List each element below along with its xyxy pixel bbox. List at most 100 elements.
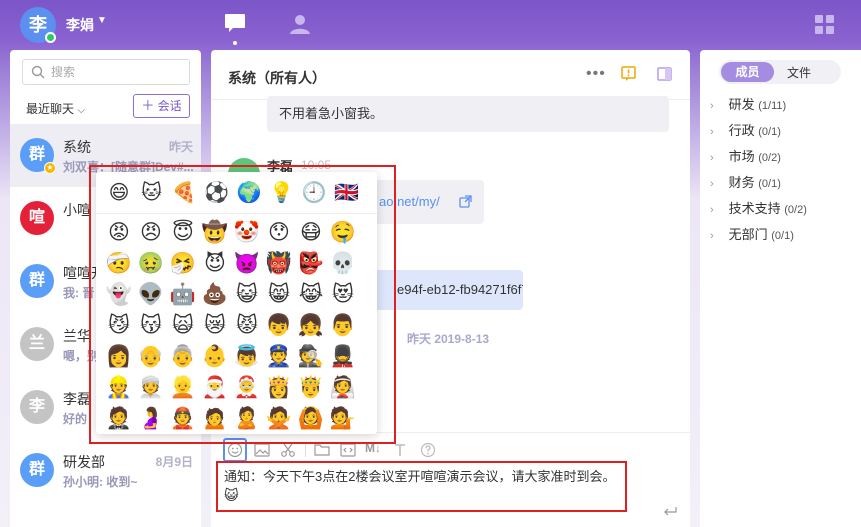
emoji-item[interactable]: 😇 (168, 217, 198, 247)
tab-files[interactable]: 文件 (787, 64, 811, 81)
emoji-item[interactable]: 😠 (136, 217, 166, 247)
code-icon[interactable] (340, 442, 356, 458)
emoji-item[interactable]: 🙅 (264, 403, 294, 433)
emoji-item[interactable]: 😡 (104, 217, 134, 247)
emoji-item[interactable]: 👩 (104, 341, 134, 371)
chat-bubble-icon[interactable] (224, 13, 246, 33)
emoji-item[interactable]: 😼 (104, 310, 134, 340)
emoji-category-tab[interactable]: 🐱 (139, 180, 165, 206)
emoji-item[interactable]: 🤢 (136, 248, 166, 278)
emoji-item[interactable]: 👷 (104, 372, 134, 402)
chevron-down-icon[interactable]: ▼ (97, 15, 107, 26)
emoji-item[interactable]: 👱 (168, 372, 198, 402)
emoji-item[interactable]: 👧 (296, 310, 326, 340)
chevron-right-icon: › (710, 178, 714, 190)
emoji-item[interactable]: 👲 (168, 403, 198, 433)
emoji-item[interactable]: 😷 (296, 217, 326, 247)
emoji-category-tab[interactable]: 🇬🇧 (334, 180, 360, 206)
emoji-item[interactable]: 🤴 (296, 372, 326, 402)
emoji-item[interactable]: 🤕 (104, 248, 134, 278)
scissors-icon[interactable] (280, 442, 296, 458)
emoji-item[interactable]: 👰 (328, 372, 358, 402)
user-name[interactable]: 李娟 (66, 15, 94, 35)
conversation-item[interactable]: 群 研发部 8月9日 孙小明: 收到~ (10, 439, 201, 502)
emoji-item[interactable]: 😿 (200, 310, 230, 340)
emoji-item[interactable]: 😺 (232, 279, 262, 309)
emoji-item[interactable]: 😽 (136, 310, 166, 340)
tab-members[interactable]: 成员 (721, 62, 774, 82)
emoji-category-tab[interactable]: 🌍 (236, 180, 262, 206)
emoji-item[interactable]: 🤵 (104, 403, 134, 433)
emoji-item[interactable]: 👺 (296, 248, 326, 278)
emoji-item[interactable]: 😈 (200, 248, 230, 278)
emoji-item[interactable]: 👽 (136, 279, 166, 309)
sidebar-toggle-icon[interactable] (657, 67, 672, 81)
chevron-right-icon: › (710, 100, 714, 112)
emoji-item[interactable]: 😻 (328, 279, 358, 309)
emoji-item[interactable]: 🤤 (328, 217, 358, 247)
emoji-item[interactable]: 👳 (136, 372, 166, 402)
emoji-item[interactable]: 🤰 (136, 403, 166, 433)
department-item[interactable]: › 财务 (0/1) (710, 170, 860, 196)
recent-chats-dropdown[interactable]: 最近聊天 ⌵ (26, 100, 85, 117)
department-item[interactable]: › 市场 (0/2) (710, 144, 860, 170)
emoji-category-tab[interactable]: ⚽ (204, 180, 230, 206)
markdown-icon[interactable]: M↓ (365, 441, 387, 457)
search-box[interactable] (22, 59, 190, 85)
folder-icon[interactable] (314, 442, 330, 458)
emoji-icon[interactable] (227, 442, 243, 458)
emoji-item[interactable]: 😹 (296, 279, 326, 309)
emoji-item[interactable]: 🤖 (168, 279, 198, 309)
search-input[interactable] (51, 63, 181, 81)
emoji-item[interactable]: 🎅 (200, 372, 230, 402)
emoji-item[interactable]: 👨 (328, 310, 358, 340)
emoji-category-tab[interactable]: 💡 (269, 180, 295, 206)
emoji-item[interactable]: 💩 (200, 279, 230, 309)
emoji-item[interactable]: 💁 (328, 403, 358, 433)
department-item[interactable]: › 无部门 (0/1) (710, 222, 860, 248)
emoji-item[interactable]: 😾 (232, 310, 262, 340)
emoji-item[interactable]: 👵 (168, 341, 198, 371)
format-icon[interactable] (392, 442, 408, 458)
emoji-item[interactable]: 👿 (232, 248, 262, 278)
emoji-item[interactable]: 🤠 (200, 217, 230, 247)
emoji-item[interactable]: 🤧 (168, 248, 198, 278)
department-item[interactable]: › 技术支持 (0/2) (710, 196, 860, 222)
enter-send-icon[interactable] (663, 506, 677, 518)
emoji-item[interactable]: 🤶 (232, 372, 262, 402)
emoji-item[interactable]: 👻 (104, 279, 134, 309)
emoji-picker: 😄 🐱 🍕 ⚽ 🌍 💡 🕘 🇬🇧 😡 😠 😇 🤠 🤡 😯 😷 🤤 🤕 🤢 🤧 😈 👿 👹 👺 💀 👻 👽 🤖 💩 😺 😸 😹 😻 😼 😽 🙀 😿 😾 👦… (96, 172, 377, 434)
emoji-item[interactable]: 😸 (264, 279, 294, 309)
apps-grid-icon[interactable] (815, 15, 835, 35)
emoji-item[interactable]: 🙀 (168, 310, 198, 340)
open-link-icon[interactable] (459, 195, 472, 208)
emoji-item[interactable]: 💂 (328, 341, 358, 371)
emoji-category-tab[interactable]: 🍕 (171, 180, 197, 206)
emoji-item[interactable]: 💀 (328, 248, 358, 278)
emoji-item[interactable]: 🤡 (232, 217, 262, 247)
emoji-item[interactable]: 👦 (264, 310, 294, 340)
more-icon[interactable]: ••• (586, 65, 606, 83)
help-icon[interactable] (420, 442, 436, 458)
emoji-item[interactable]: 🙎 (232, 403, 262, 433)
emoji-item[interactable]: 👶 (200, 341, 230, 371)
message-link[interactable]: ao.net/my/ (379, 194, 440, 209)
new-chat-button[interactable]: ＋ 会话 (133, 94, 190, 118)
emoji-item[interactable]: 🙍 (200, 403, 230, 433)
department-item[interactable]: › 研发 (1/11) (710, 92, 860, 118)
emoji-item[interactable]: 👴 (136, 341, 166, 371)
emoji-item[interactable]: 👸 (264, 372, 294, 402)
image-icon[interactable] (254, 442, 270, 458)
message-input[interactable]: 通知：今天下午3点在2楼会议室开喧喧演示会议，请大家准时到会。 😺 (216, 462, 626, 512)
emoji-category-tab[interactable]: 😄 (106, 180, 132, 206)
emoji-item[interactable]: 👼 (232, 341, 262, 371)
emoji-item[interactable]: 🙆 (296, 403, 326, 433)
emoji-category-tab[interactable]: 🕘 (301, 180, 327, 206)
department-item[interactable]: › 行政 (0/1) (710, 118, 860, 144)
emoji-item[interactable]: 😯 (264, 217, 294, 247)
contacts-icon[interactable] (289, 13, 311, 35)
emoji-item[interactable]: 👮 (264, 341, 294, 371)
notice-icon[interactable] (621, 66, 636, 82)
emoji-item[interactable]: 👹 (264, 248, 294, 278)
emoji-item[interactable]: 🕵 (296, 341, 326, 371)
